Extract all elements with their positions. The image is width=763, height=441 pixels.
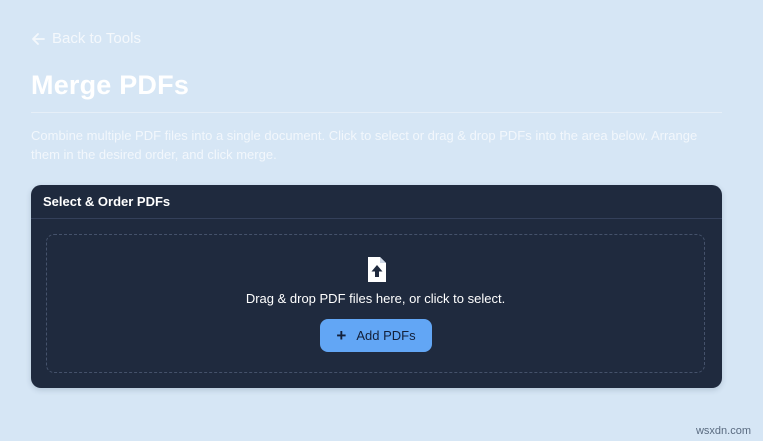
add-pdfs-button[interactable]: + Add PDFs <box>320 319 432 352</box>
card-title: Select & Order PDFs <box>43 194 171 209</box>
arrow-left-icon <box>31 32 45 46</box>
back-link-label: Back to Tools <box>52 30 141 47</box>
pdf-dropzone[interactable]: Drag & drop PDF files here, or click to … <box>46 234 705 373</box>
dropzone-instructions: Drag & drop PDF files here, or click to … <box>245 291 506 306</box>
plus-icon: + <box>336 326 347 345</box>
file-upload-icon <box>365 256 389 284</box>
add-pdfs-label: Add PDFs <box>356 328 416 343</box>
select-order-card: Select & Order PDFs Drag & drop PDF file… <box>31 185 722 388</box>
page-title: Merge PDFs <box>31 70 190 100</box>
back-to-tools-link[interactable]: Back to Tools <box>31 30 141 47</box>
page-description: Combine multiple PDF files into a single… <box>31 128 698 162</box>
watermark: wsxdn.com <box>695 425 751 437</box>
title-divider <box>31 112 722 113</box>
card-header: Select & Order PDFs <box>31 185 722 219</box>
